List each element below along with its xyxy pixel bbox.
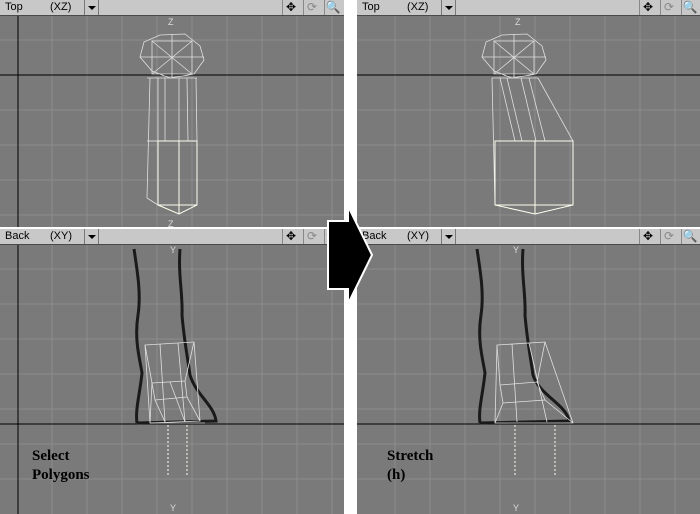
view-axis-label[interactable]: (XY) bbox=[407, 230, 429, 242]
zoom-view-icon[interactable]: 🔍 bbox=[681, 229, 698, 244]
rotate-view-icon[interactable]: ⟳ bbox=[660, 229, 677, 244]
z-axis-label-top: Z bbox=[168, 17, 174, 27]
view-axis-label[interactable]: (XZ) bbox=[50, 1, 71, 13]
move-view-icon[interactable]: ✥ bbox=[639, 0, 656, 15]
caption-line-1: Select bbox=[32, 448, 70, 464]
view-mode-dropdown-icon[interactable] bbox=[441, 229, 456, 244]
viewport-header: Top (XZ) ✥ ⟳ 🔍 bbox=[357, 0, 700, 16]
y-axis-label-top: Y bbox=[513, 245, 519, 255]
left-top-viewport[interactable]: Top (XZ) ✥ ⟳ 🔍 Z Z bbox=[0, 0, 344, 227]
zoom-view-icon[interactable]: 🔍 bbox=[681, 0, 698, 15]
right-top-viewport[interactable]: Top (XZ) ✥ ⟳ 🔍 Z bbox=[357, 0, 700, 227]
y-axis-label-top: Y bbox=[170, 245, 176, 255]
view-name-label[interactable]: Top bbox=[5, 1, 23, 13]
caption-line-1: Stretch bbox=[387, 448, 434, 464]
view-mode-dropdown-icon[interactable] bbox=[84, 229, 99, 244]
caption-line-2: Polygons bbox=[32, 467, 90, 483]
zoom-view-icon[interactable]: 🔍 bbox=[324, 0, 341, 15]
move-view-icon[interactable]: ✥ bbox=[639, 229, 656, 244]
view-name-label[interactable]: Back bbox=[5, 230, 29, 242]
move-view-icon[interactable]: ✥ bbox=[282, 229, 299, 244]
viewport-header: Top (XZ) ✥ ⟳ 🔍 bbox=[0, 0, 344, 16]
caption-line-2: (h) bbox=[387, 467, 406, 483]
right-caption: Stretch (h) bbox=[387, 447, 433, 485]
y-axis-label-bottom: Y bbox=[170, 503, 176, 513]
move-view-icon[interactable]: ✥ bbox=[282, 0, 299, 15]
y-axis-label-bottom: Y bbox=[513, 503, 519, 513]
view-mode-dropdown-icon[interactable] bbox=[441, 0, 456, 15]
view-axis-label[interactable]: (XY) bbox=[50, 230, 72, 242]
rotate-view-icon[interactable]: ⟳ bbox=[660, 0, 677, 15]
top-view-canvas[interactable]: Z bbox=[357, 16, 700, 227]
view-mode-dropdown-icon[interactable] bbox=[84, 0, 99, 15]
z-axis-label-top: Z bbox=[515, 17, 521, 27]
rotate-view-icon[interactable]: ⟳ bbox=[303, 229, 320, 244]
view-name-label[interactable]: Top bbox=[362, 1, 380, 13]
z-axis-label-bottom: Z bbox=[168, 219, 174, 227]
right-back-viewport[interactable]: Back (XY) ✥ ⟳ 🔍 Y Y Stretch (h) bbox=[357, 229, 700, 514]
right-arrow-icon bbox=[327, 205, 373, 305]
view-axis-label[interactable]: (XZ) bbox=[407, 1, 428, 13]
left-caption: Select Polygons bbox=[32, 447, 90, 485]
top-view-canvas[interactable]: Z Z bbox=[0, 16, 344, 227]
viewport-header: Back (XY) ✥ ⟳ 🔍 bbox=[0, 229, 344, 245]
viewport-header: Back (XY) ✥ ⟳ 🔍 bbox=[357, 229, 700, 245]
rotate-view-icon[interactable]: ⟳ bbox=[303, 0, 320, 15]
left-back-viewport[interactable]: Back (XY) ✥ ⟳ 🔍 Y Y Select Pol bbox=[0, 229, 344, 514]
